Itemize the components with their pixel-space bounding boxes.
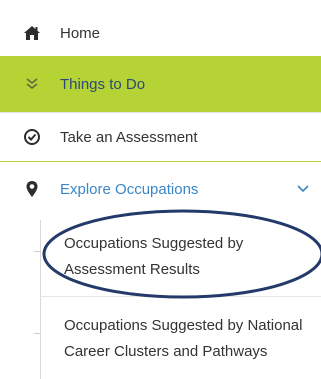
submenu-branch bbox=[34, 333, 41, 334]
submenu-item-assessment-results[interactable]: Occupations Suggested by Assessment Resu… bbox=[64, 231, 321, 283]
sidebar-item-take-assessment[interactable]: Take an Assessment bbox=[0, 112, 321, 162]
sidebar-item-things-to-do[interactable]: Things to Do bbox=[0, 56, 321, 112]
sidebar-item-home[interactable]: Home bbox=[0, 10, 321, 56]
submenu-divider bbox=[40, 296, 321, 297]
home-icon bbox=[22, 23, 42, 43]
submenu-branch bbox=[34, 251, 41, 252]
double-chevron-down-icon bbox=[22, 74, 42, 94]
submenu-tree-line bbox=[40, 220, 41, 379]
sidebar-item-label: Things to Do bbox=[60, 75, 146, 93]
sidebar-item-label: Home bbox=[60, 24, 101, 42]
sidebar-nav: Home Things to Do Take an Assessment Exp… bbox=[0, 0, 321, 379]
submenu-item-career-clusters[interactable]: Occupations Suggested by National Career… bbox=[64, 313, 321, 365]
map-marker-icon bbox=[22, 179, 42, 199]
sidebar-item-label: Explore Occupations bbox=[60, 180, 199, 198]
sidebar-item-label: Take an Assessment bbox=[60, 128, 198, 146]
chevron-down-icon[interactable] bbox=[296, 182, 310, 194]
check-circle-icon bbox=[22, 127, 42, 147]
sidebar-item-explore-occupations[interactable]: Explore Occupations bbox=[0, 162, 321, 216]
